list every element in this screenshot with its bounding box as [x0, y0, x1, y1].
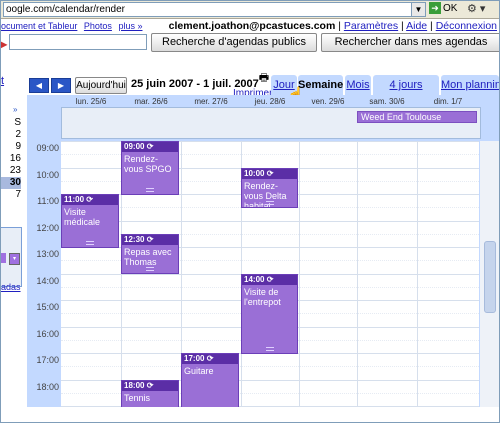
search-public-calendars-button[interactable]: Recherche d'agendas publics	[151, 33, 317, 52]
event-time: 12:30 ⟳	[122, 235, 178, 245]
search-input[interactable]	[9, 34, 147, 50]
url-field[interactable]: oogle.com/calendar/render	[3, 2, 415, 17]
mini-calendar-day: S	[14, 117, 21, 128]
tab-my-planning[interactable]: Mon planning	[441, 75, 499, 95]
event-time: 11:00 ⟳	[62, 195, 118, 205]
event-title: Guitare	[184, 366, 214, 376]
today-button[interactable]: Aujourd'hui	[75, 77, 127, 94]
photos-link[interactable]: Photos	[84, 21, 112, 31]
mini-calendar-day[interactable]: 23	[1, 165, 21, 177]
mini-calendar-day[interactable]: 9	[1, 141, 21, 153]
recurring-icon: ⟳	[266, 275, 274, 284]
mini-calendar-selected-day[interactable]: 30	[1, 177, 21, 189]
hour-label: 09:00	[36, 143, 59, 153]
event-title: Repas avec Thomas	[124, 247, 172, 267]
event-repas-avec-thomas[interactable]: 12:30 ⟳ Repas avec Thomas	[121, 234, 179, 274]
docs-link[interactable]: ocument et Tableur	[1, 21, 77, 31]
day-header[interactable]: sam. 30/6	[357, 97, 417, 107]
vertical-scrollbar[interactable]	[479, 141, 499, 407]
next-week-button[interactable]: ▶	[51, 78, 71, 93]
event-title: Tennis	[124, 393, 151, 403]
event-guitare[interactable]: 17:00 ⟳ Guitare	[181, 353, 239, 407]
hour-label: 18:00	[36, 382, 59, 392]
resize-grip-icon[interactable]	[146, 188, 154, 192]
previous-week-button[interactable]: ◀	[29, 78, 49, 93]
event-time: 14:00 ⟳	[242, 275, 297, 285]
day-header[interactable]: lun. 25/6	[61, 97, 121, 107]
recurring-icon: ⟳	[146, 235, 154, 244]
address-bar: oogle.com/calendar/render ▼ ➜ OK ⚙ ▾	[1, 1, 499, 19]
resize-grip-icon[interactable]	[265, 347, 274, 351]
printer-icon[interactable]: 🖶	[258, 72, 270, 84]
day-header[interactable]: mar. 26/6	[121, 97, 181, 107]
hour-label: 17:00	[36, 355, 59, 365]
left-link-fragment[interactable]: t	[1, 75, 4, 87]
url-dropdown-icon[interactable]: ▼	[411, 2, 426, 17]
mini-calendar-day[interactable]: 2	[1, 129, 21, 141]
day-header[interactable]: mer. 27/6	[181, 97, 241, 107]
event-time: 18:00 ⟳	[122, 381, 178, 391]
recurring-icon: ⟳	[266, 169, 274, 178]
event-time: 17:00 ⟳	[182, 354, 238, 364]
event-rendez-vous-spgo[interactable]: 09:00 ⟳ Rendez-vous SPGO	[121, 141, 179, 195]
event-time: 10:00 ⟳	[242, 169, 297, 179]
day-header[interactable]: dim. 1/7	[417, 97, 479, 107]
day-header[interactable]: jeu. 28/6	[241, 97, 299, 107]
hour-label: 15:00	[36, 302, 59, 312]
all-day-event[interactable]: Weed End Toulouse	[357, 111, 477, 123]
scrollbar-thumb[interactable]	[484, 241, 496, 313]
hour-label: 13:00	[36, 249, 59, 259]
resize-grip-icon[interactable]	[146, 267, 154, 271]
event-title: Visite de l'entrepot	[244, 287, 281, 307]
event-title: Visite médicale	[64, 207, 101, 227]
tab-next-four-days[interactable]: 4 jours suivants	[373, 75, 439, 111]
settings-link[interactable]: Paramètres	[344, 20, 398, 32]
hour-label: 16:00	[36, 329, 59, 339]
hour-label: 10:00	[36, 170, 59, 180]
more-link[interactable]: plus »	[118, 21, 142, 31]
mini-calendar-day[interactable]: 16	[1, 153, 21, 165]
week-calendar: lun. 25/6 mar. 26/6 mer. 27/6 jeu. 28/6 …	[27, 95, 499, 407]
go-arrow-icon: ➜	[429, 2, 441, 14]
mini-calendar-next-icon[interactable]: »	[13, 105, 17, 114]
my-calendars-panel: ▾	[1, 227, 22, 287]
recurring-icon: ⟳	[146, 142, 154, 151]
hour-label: 14:00	[36, 276, 59, 286]
event-visite-de-l-entrepot[interactable]: 14:00 ⟳ Visite de l'entrepot	[241, 274, 298, 354]
calendar-color-swatch	[1, 253, 6, 263]
tab-week[interactable]: Semaine	[298, 75, 343, 95]
event-title: Rendez-vous SPGO	[124, 154, 172, 174]
browser-window: oogle.com/calendar/render ▼ ➜ OK ⚙ ▾ ocum…	[0, 0, 500, 423]
hour-label: 11:00	[37, 196, 59, 206]
resize-grip-icon[interactable]	[265, 201, 274, 205]
product-links: ocument et Tableur Photos plus »	[1, 19, 142, 33]
event-rendez-vous-delta-habitat[interactable]: 10:00 ⟳ Rendez-vous Delta habitat	[241, 168, 298, 208]
calendar-options-icon[interactable]: ▾	[9, 253, 20, 265]
user-email: clement.joathon@pcastuces.com	[168, 20, 336, 32]
go-button[interactable]: ➜ OK	[429, 2, 463, 16]
hour-label: 12:00	[36, 223, 59, 233]
resize-grip-icon[interactable]	[86, 241, 94, 245]
mini-calendar-day[interactable]: 7	[1, 189, 21, 201]
time-grid[interactable]: 09:00 ⟳ Rendez-vous SPGO 10:00 ⟳ Rendez-…	[61, 141, 479, 407]
toolbar-settings-icon[interactable]: ⚙ ▾	[467, 2, 497, 16]
calendars-link[interactable]: adas	[1, 282, 21, 292]
event-tennis[interactable]: 18:00 ⟳ Tennis	[121, 380, 179, 407]
event-time: 09:00 ⟳	[122, 142, 178, 152]
event-visite-medicale[interactable]: 11:00 ⟳ Visite médicale	[61, 194, 119, 248]
recurring-icon: ⟳	[146, 381, 154, 390]
search-my-calendars-button[interactable]: Rechercher dans mes agendas	[321, 33, 499, 52]
day-header[interactable]: ven. 29/6	[299, 97, 357, 107]
user-bar: clement.joathon@pcastuces.com | Paramètr…	[168, 20, 497, 32]
recurring-icon: ⟳	[86, 195, 93, 204]
help-link[interactable]: Aide	[406, 20, 427, 32]
recurring-icon: ⟳	[206, 354, 214, 363]
tab-month[interactable]: Mois	[345, 75, 371, 95]
logout-link[interactable]: Déconnexion	[436, 20, 497, 32]
